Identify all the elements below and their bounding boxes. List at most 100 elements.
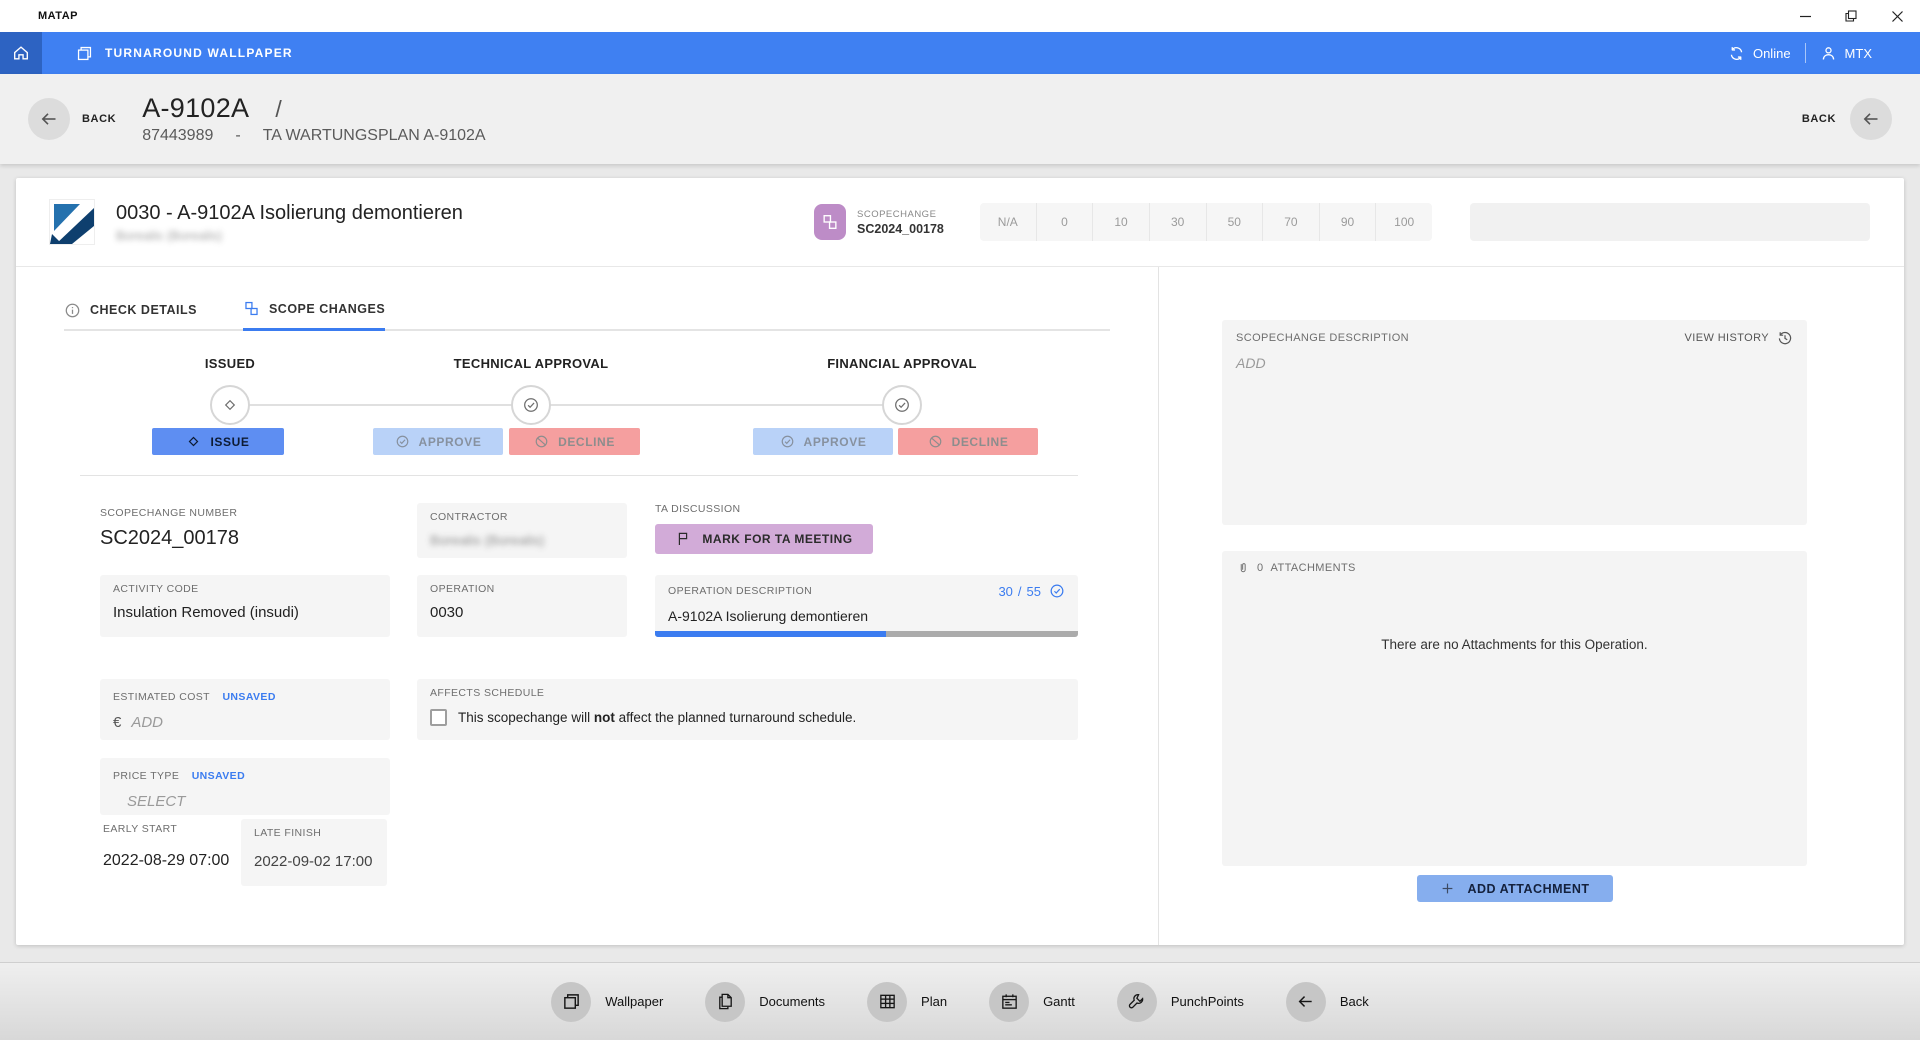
view-history-button[interactable]: VIEW HISTORY — [1685, 330, 1793, 346]
wallpaper-icon — [76, 45, 93, 62]
issued-step-indicator — [210, 385, 250, 425]
sync-icon — [1728, 45, 1745, 62]
progress-step[interactable]: 10 — [1093, 203, 1150, 241]
progress-step[interactable]: N/A — [980, 203, 1037, 241]
early-start-field: EARLY START 2022-08-29 07:00 — [103, 823, 229, 870]
diamond-icon — [186, 434, 201, 449]
scopechange-description-panel[interactable]: SCOPECHANGE DESCRIPTION VIEW HISTORY ADD — [1222, 320, 1807, 525]
tab-check-details[interactable]: CHECK DETAILS — [64, 300, 197, 331]
online-label: Online — [1753, 46, 1791, 61]
home-icon — [12, 44, 30, 62]
back-button[interactable] — [28, 98, 70, 140]
financial-decline-button[interactable]: DECLINE — [898, 428, 1038, 455]
user-menu[interactable]: MTX — [1820, 45, 1872, 62]
gantt-icon — [989, 982, 1029, 1022]
punchpoints-icon — [1117, 982, 1157, 1022]
nav-gantt[interactable]: Gantt — [989, 982, 1075, 1022]
price-type-placeholder[interactable]: SELECT — [113, 793, 377, 810]
back-label-right[interactable]: BACK — [1802, 113, 1836, 125]
breadcrumb-separator: / — [275, 96, 281, 123]
stage-label-technical: TECHNICAL APPROVAL — [454, 356, 609, 371]
activity-code-field: ACTIVITY CODE Insulation Removed (insudi… — [100, 575, 390, 637]
tabs: CHECK DETAILS SCOPE CHANGES — [64, 300, 1110, 331]
technical-step-indicator — [511, 385, 551, 425]
scopechange-icon — [243, 300, 260, 317]
nav-plan[interactable]: Plan — [867, 982, 947, 1022]
description-progress-fill — [655, 631, 886, 637]
progress-stepper: N/A 0 10 30 50 70 90 100 — [980, 203, 1432, 241]
bottom-navigation: Wallpaper Documents Plan Gantt PunchPoin… — [0, 962, 1920, 1040]
back-label[interactable]: BACK — [82, 113, 116, 125]
affects-schedule-field: AFFECTS SCHEDULE This scopechange will n… — [417, 679, 1078, 740]
plus-icon — [1440, 881, 1455, 896]
scopechange-badge-label: SCOPECHANGE — [857, 209, 944, 220]
estimated-cost-field[interactable]: ESTIMATED COST UNSAVED € ADD — [100, 679, 390, 740]
operation-description-field[interactable]: OPERATION DESCRIPTION 30 / 55 A-9102A Is… — [655, 575, 1078, 637]
tab-label: CHECK DETAILS — [90, 303, 197, 317]
workflow-connector — [230, 404, 902, 406]
late-finish-value: 2022-09-02 17:00 — [254, 853, 374, 870]
stage-label-issued: ISSUED — [205, 356, 255, 371]
operation-description-value[interactable]: A-9102A Isolierung demontieren — [668, 608, 1065, 624]
check-circle-icon — [395, 434, 410, 449]
window-controls — [1782, 0, 1920, 32]
contractor-field: CONTRACTOR Borealis (Borealis) — [417, 503, 627, 558]
progress-step[interactable]: 0 — [1037, 203, 1094, 241]
technical-decline-button[interactable]: DECLINE — [509, 428, 640, 455]
nav-wallpaper[interactable]: Wallpaper — [551, 982, 663, 1022]
progress-step[interactable]: 70 — [1263, 203, 1320, 241]
price-type-field[interactable]: PRICE TYPE UNSAVED SELECT — [100, 758, 390, 815]
info-icon — [64, 302, 81, 319]
close-button[interactable] — [1874, 0, 1920, 32]
details-pane: SCOPECHANGE DESCRIPTION VIEW HISTORY ADD — [1158, 267, 1904, 945]
contractor-value: Borealis (Borealis) — [430, 532, 614, 548]
scopechange-form: SCOPECHANGE NUMBER SC2024_00178 CONTRACT… — [16, 476, 1158, 906]
diamond-icon — [222, 397, 238, 413]
arrow-left-icon — [39, 109, 59, 129]
nav-documents[interactable]: Documents — [705, 982, 825, 1022]
breadcrumb-dash: - — [235, 127, 240, 145]
plan-name: TA WARTUNGSPLAN A-9102A — [263, 127, 486, 145]
unsaved-badge: UNSAVED — [192, 770, 245, 782]
scopechange-pane: CHECK DETAILS SCOPE CHANGES ISSUED TECHN… — [16, 267, 1158, 945]
description-placeholder[interactable]: ADD — [1236, 355, 1793, 371]
affects-schedule-checkbox[interactable] — [430, 709, 447, 726]
check-circle-icon — [893, 396, 911, 414]
technical-approve-button[interactable]: APPROVE — [373, 428, 503, 455]
progress-step[interactable]: 50 — [1207, 203, 1264, 241]
online-status[interactable]: Online — [1728, 45, 1791, 62]
currency-symbol: € — [113, 714, 121, 731]
scopechange-badge-icon — [814, 204, 846, 240]
progress-step[interactable]: 30 — [1150, 203, 1207, 241]
tab-scope-changes[interactable]: SCOPE CHANGES — [243, 300, 385, 331]
restore-button[interactable] — [1828, 0, 1874, 32]
progress-step[interactable]: 100 — [1376, 203, 1432, 241]
financial-approve-button[interactable]: APPROVE — [753, 428, 893, 455]
window-titlebar: MATAP — [0, 0, 1920, 32]
home-button[interactable] — [0, 32, 42, 74]
nav-punchpoints[interactable]: PunchPoints — [1117, 982, 1244, 1022]
minimize-button[interactable] — [1782, 0, 1828, 32]
progress-step[interactable]: 90 — [1320, 203, 1377, 241]
operation-subtitle: Borealis (Borealis) — [116, 228, 463, 243]
issue-button[interactable]: ISSUE — [152, 428, 284, 455]
financial-step-indicator — [882, 385, 922, 425]
stage-label-financial: FINANCIAL APPROVAL — [827, 356, 977, 371]
attachments-count: 0 — [1257, 562, 1264, 574]
scopechange-badge-value: SC2024_00178 — [857, 222, 944, 236]
scopechange-number-field: SCOPECHANGE NUMBER SC2024_00178 — [100, 507, 239, 550]
app-header: TURNAROUND WALLPAPER Online MTX — [0, 32, 1920, 74]
back-button-right[interactable] — [1850, 98, 1892, 140]
mark-for-ta-meeting-button[interactable]: MARK FOR TA MEETING — [655, 524, 873, 554]
operation-field: OPERATION 0030 — [417, 575, 627, 637]
operation-card: 0030 - A-9102A Isolierung demontieren Bo… — [16, 178, 1904, 945]
nav-back[interactable]: Back — [1286, 982, 1369, 1022]
app-title: TURNAROUND WALLPAPER — [105, 46, 293, 60]
paperclip-icon — [1236, 561, 1250, 575]
header-empty-field — [1470, 203, 1870, 241]
main-content: 0030 - A-9102A Isolierung demontieren Bo… — [0, 164, 1920, 962]
check-circle-icon — [1049, 583, 1065, 599]
add-attachment-button[interactable]: ADD ATTACHMENT — [1417, 875, 1613, 902]
estimated-cost-placeholder[interactable]: ADD — [131, 714, 163, 731]
operation-value: 0030 — [430, 604, 614, 621]
